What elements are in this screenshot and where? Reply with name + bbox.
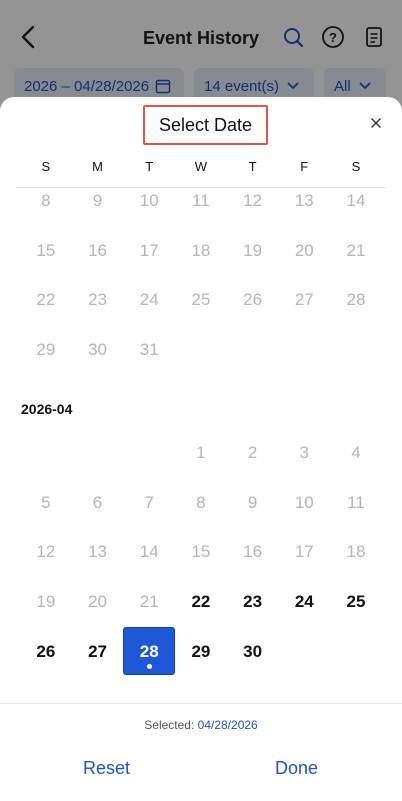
calendar-day-disabled: 25 bbox=[191, 290, 211, 310]
calendar-day-disabled: 20 bbox=[88, 591, 107, 611]
calendar-scroll-area[interactable]: 8 9 10 11 12 13 14 15 16 17 18 19 20 21 22 23 24 25 26 27 28… bbox=[0, 188, 402, 708]
selected-date-value: 04/28/2026 bbox=[197, 718, 258, 732]
calendar-day-disabled: 9 bbox=[92, 190, 103, 210]
month-label: 2026-04 bbox=[21, 401, 73, 417]
calendar-day-disabled: 12 bbox=[243, 190, 263, 210]
calendar-day-disabled: 1 bbox=[196, 442, 206, 462]
calendar-day-disabled: 17 bbox=[139, 240, 159, 260]
calendar-day-disabled: 27 bbox=[294, 290, 314, 310]
calendar-week-row: 26 27 28 29 30 bbox=[20, 626, 382, 677]
calendar-day-disabled: 8 bbox=[41, 190, 51, 210]
weekday-label: M bbox=[92, 159, 103, 174]
close-button[interactable] bbox=[364, 111, 388, 135]
april-month-grid: 1 2 3 4 5 6 7 8 9 10 11 12 13 14 15 16 17 18 19 20 21 22 23 24 2… bbox=[20, 428, 382, 676]
close-icon bbox=[371, 118, 381, 128]
calendar-day[interactable]: 26 bbox=[20, 627, 72, 677]
sheet-footer: Selected: 04/28/2026 Reset Done bbox=[0, 703, 402, 801]
calendar-day-disabled: 2 bbox=[247, 442, 258, 462]
calendar-day-disabled: 11 bbox=[347, 492, 365, 512]
calendar-day-disabled: 15 bbox=[191, 542, 211, 562]
calendar-day-disabled: 14 bbox=[346, 190, 366, 210]
sheet-title: Select Date bbox=[158, 114, 253, 135]
calendar-day-disabled: 7 bbox=[144, 492, 154, 512]
calendar-week-row: 12 13 14 15 16 17 18 bbox=[20, 527, 382, 577]
calendar-day-disabled: 6 bbox=[92, 492, 103, 512]
date-picker-sheet: Select Date SMTWTFS 8 9 10 11 12 13 14 15 16 17 18… bbox=[0, 97, 402, 801]
weekday-label: F bbox=[300, 159, 309, 174]
calendar-day-disabled: 15 bbox=[36, 240, 56, 260]
calendar-day-selected[interactable]: 28 bbox=[123, 626, 176, 677]
calendar-day[interactable]: 27 bbox=[72, 627, 124, 677]
calendar-week-row: 15 16 17 18 19 20 21 bbox=[20, 226, 382, 276]
weekday-label: S bbox=[351, 159, 361, 174]
calendar-day-disabled: 19 bbox=[243, 240, 263, 260]
calendar-day-disabled: 22 bbox=[36, 290, 56, 310]
calendar-day-disabled: 28 bbox=[346, 290, 366, 310]
calendar-day-disabled: 26 bbox=[243, 290, 263, 310]
calendar-day-disabled: 21 bbox=[346, 240, 366, 260]
calendar-day-disabled: 13 bbox=[88, 542, 107, 562]
weekday-label: S bbox=[41, 159, 51, 174]
calendar-day[interactable]: 30 bbox=[227, 627, 279, 677]
calendar-day-disabled: 3 bbox=[299, 442, 310, 462]
calendar-week-row: 5 6 7 8 9 10 11 bbox=[20, 478, 382, 528]
calendar-week-row: 22 23 24 25 26 27 28 bbox=[20, 275, 382, 325]
calendar-day-disabled: 30 bbox=[88, 339, 107, 359]
calendar-day[interactable]: 23 bbox=[227, 577, 279, 627]
calendar-week-row: 8 9 10 11 12 13 14 bbox=[20, 188, 382, 226]
done-button[interactable]: Done bbox=[275, 758, 318, 779]
calendar-day-disabled: 10 bbox=[139, 190, 159, 210]
calendar-week-row: 19 20 21 22 23 24 25 bbox=[20, 577, 382, 627]
calendar-day-disabled: 29 bbox=[36, 339, 56, 359]
calendar-day-disabled: 31 bbox=[139, 339, 159, 359]
calendar-day-disabled: 16 bbox=[88, 240, 107, 260]
calendar-week-row: 1 2 3 4 bbox=[20, 428, 382, 478]
calendar-day-disabled: 17 bbox=[294, 542, 314, 562]
calendar-day-disabled: 4 bbox=[351, 442, 361, 462]
sheet-title-highlight: Select Date bbox=[143, 105, 268, 145]
calendar-day[interactable]: 24 bbox=[278, 577, 330, 627]
calendar-day-disabled: 24 bbox=[139, 290, 159, 310]
weekday-label: W bbox=[194, 159, 208, 174]
calendar-day-disabled: 9 bbox=[247, 492, 258, 512]
calendar-day-disabled: 21 bbox=[139, 591, 159, 611]
calendar-day-disabled: 14 bbox=[139, 542, 159, 562]
weekday-label: T bbox=[145, 159, 154, 174]
calendar-week-row: 29 30 31 bbox=[20, 325, 382, 375]
weekday-header: SMTWTFS bbox=[20, 159, 382, 185]
calendar-day-disabled: 13 bbox=[294, 190, 314, 210]
calendar-day-disabled: 23 bbox=[88, 290, 107, 310]
reset-button[interactable]: Reset bbox=[83, 758, 130, 779]
calendar-day-disabled: 20 bbox=[294, 240, 314, 260]
selected-date-line: Selected: 04/28/2026 bbox=[0, 718, 402, 732]
calendar-day-disabled: 10 bbox=[294, 492, 314, 512]
calendar-day[interactable]: 29 bbox=[175, 627, 227, 677]
selected-label: Selected: bbox=[144, 718, 195, 732]
calendar-day-disabled: 11 bbox=[192, 190, 210, 210]
calendar-day-number: 28 bbox=[139, 641, 159, 661]
calendar-day-disabled: 18 bbox=[346, 542, 366, 562]
calendar-day-disabled: 12 bbox=[36, 542, 56, 562]
calendar-day[interactable]: 25 bbox=[330, 577, 382, 627]
calendar-day-disabled: 19 bbox=[36, 591, 56, 611]
calendar-day-disabled: 8 bbox=[196, 492, 206, 512]
previous-month-grid: 8 9 10 11 12 13 14 15 16 17 18 19 20 21 22 23 24 25 26 27 28… bbox=[20, 188, 382, 375]
calendar-day-disabled: 16 bbox=[243, 542, 263, 562]
calendar-day-disabled: 5 bbox=[41, 492, 51, 512]
calendar-day-disabled: 18 bbox=[191, 240, 211, 260]
calendar-day[interactable]: 22 bbox=[175, 577, 227, 627]
weekday-label: T bbox=[248, 159, 257, 174]
